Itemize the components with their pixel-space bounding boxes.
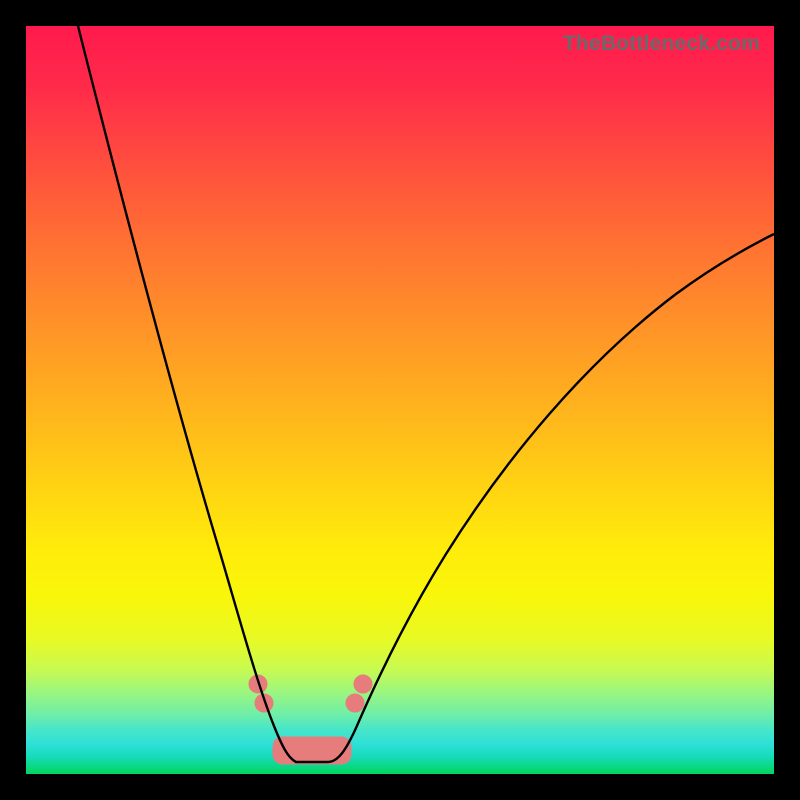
- chart-svg: [26, 26, 774, 774]
- marker-dot: [346, 694, 364, 712]
- left-curve: [78, 26, 328, 762]
- marker-dot: [354, 675, 372, 693]
- salmon-markers: [249, 675, 372, 764]
- right-curve: [328, 234, 774, 762]
- watermark-text: TheBottleneck.com: [563, 32, 760, 56]
- chart-plot-area: TheBottleneck.com: [26, 26, 774, 774]
